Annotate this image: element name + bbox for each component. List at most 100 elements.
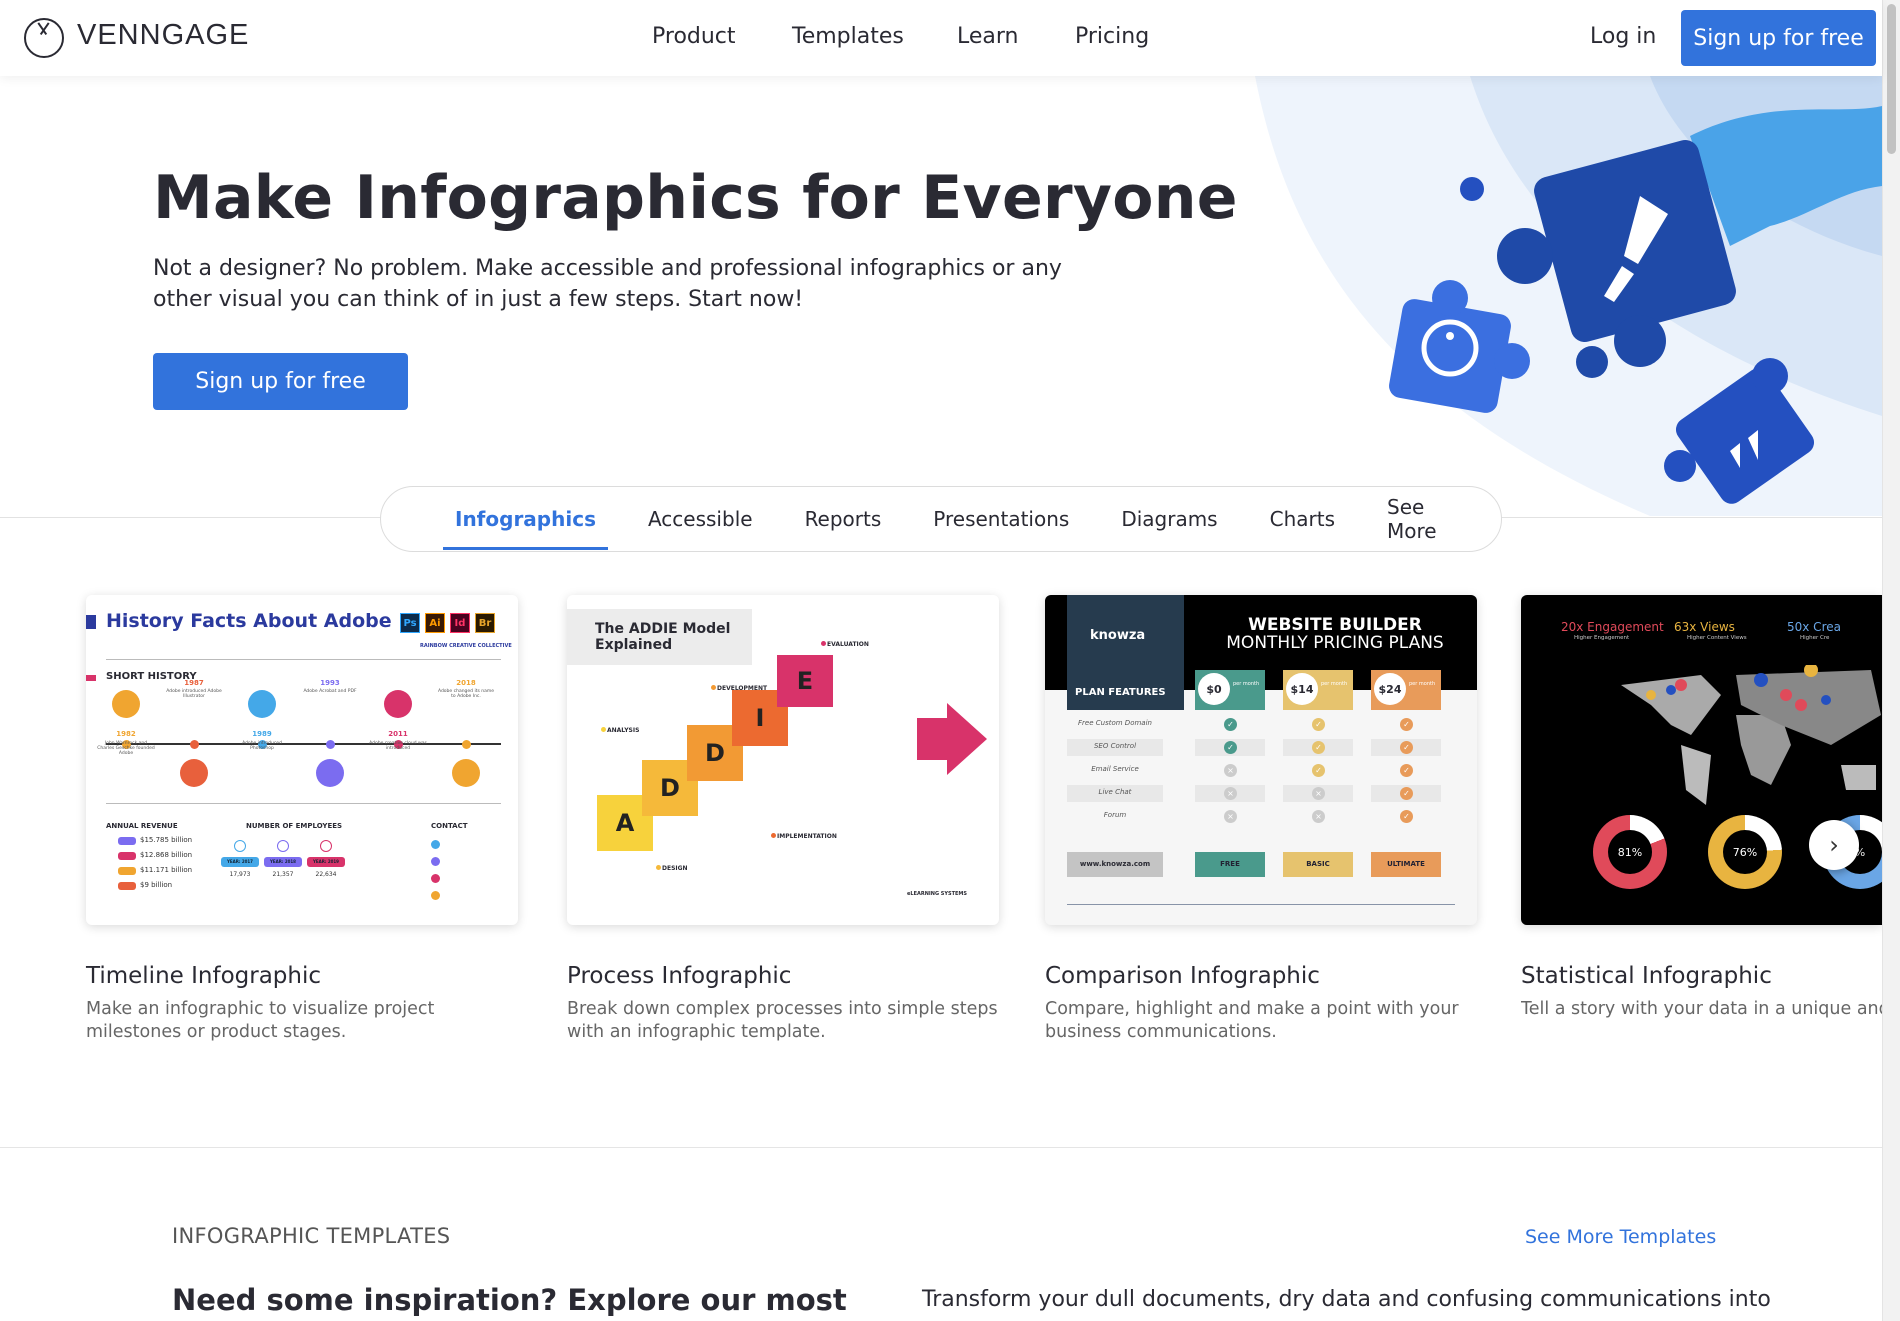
per-month: per month <box>1233 681 1260 687</box>
website-url: www.knowza.com <box>1067 852 1163 877</box>
revenue-badge <box>118 852 136 860</box>
step-dot <box>601 727 606 732</box>
addie-step: E <box>777 655 833 707</box>
card-title[interactable]: Statistical Infographic <box>1521 963 1772 989</box>
chevron-right-icon: › <box>1829 831 1839 859</box>
arrow-up-icon <box>320 840 332 852</box>
check-icon: ✓ <box>1400 718 1413 731</box>
timeline-year: 1987 <box>184 679 204 687</box>
per-month: per month <box>1321 681 1348 687</box>
timeline-icon <box>248 690 276 718</box>
x-icon: × <box>1224 810 1237 823</box>
timeline-dot <box>326 740 335 749</box>
hero-title: Make Infographics for Everyone <box>153 163 1238 233</box>
donut-chart: 81% <box>1593 815 1667 889</box>
check-icon: ✓ <box>1312 741 1325 754</box>
card-desc: Make an infographic to visualize project… <box>86 999 435 1042</box>
timeline-icon <box>112 690 140 718</box>
hero-signup-button[interactable]: Sign up for free <box>153 353 408 410</box>
tab-see-more[interactable]: See More <box>1361 487 1501 551</box>
card-desc: Tell a story with your data in a unique … <box>1521 999 1882 1019</box>
timeline-year: 2011 <box>388 730 408 738</box>
nav-templates[interactable]: Templates <box>792 24 904 49</box>
revenue-badge <box>118 882 136 890</box>
card-title[interactable]: Comparison Infographic <box>1045 963 1320 989</box>
timeline-text: John Warnrock and Charles Geschke founde… <box>97 741 155 756</box>
contact-icon <box>431 840 440 849</box>
feature-label: Live Chat <box>1098 788 1132 796</box>
stat-label: Higher Cre <box>1800 635 1830 641</box>
carousel-next-button[interactable]: › <box>1809 820 1859 870</box>
tab-accessible[interactable]: Accessible <box>622 487 779 551</box>
nav-signup-button[interactable]: Sign up for free <box>1681 10 1876 66</box>
app-icons: Ps Ai Id Br <box>400 613 495 633</box>
section-eyebrow: INFOGRAPHIC TEMPLATES <box>172 1224 451 1248</box>
timeline-icon <box>452 759 480 787</box>
timeline-icon <box>180 759 208 787</box>
timeline-text: Adobe Acrobat and PDF <box>303 689 357 694</box>
timeline-dot <box>462 740 471 749</box>
card-desc: Compare, highlight and make a point with… <box>1045 999 1459 1042</box>
check-icon: ✓ <box>1224 741 1237 754</box>
timeline-year: 1982 <box>116 730 136 738</box>
step-dot <box>771 833 776 838</box>
stat-value: 63x Views <box>1674 620 1735 634</box>
category-tabs: Infographics Accessible Reports Presenta… <box>380 486 1502 552</box>
statistical-template-thumbnail[interactable]: 20x Engagement Higher Engagement 63x Views… <box>1521 595 1882 925</box>
scrollbar[interactable] <box>1882 0 1900 1321</box>
timeline-template-thumbnail[interactable]: History Facts About Adobe Ps Ai Id Br RA… <box>86 595 518 925</box>
employee-value: 17,973 <box>229 871 251 878</box>
step-label: ANALYSIS <box>607 727 640 734</box>
timeline-icon <box>384 690 412 718</box>
timeline-dot <box>190 740 199 749</box>
tab-charts[interactable]: Charts <box>1244 487 1361 551</box>
process-template-thumbnail[interactable]: The ADDIE Model Explained A D D I E ANALYSIS D… <box>567 595 999 925</box>
brand-name[interactable]: VENNGAGE <box>77 19 249 52</box>
check-icon: ✓ <box>1400 741 1413 754</box>
price-value: $24 <box>1374 673 1406 705</box>
revenue-badge <box>118 837 136 845</box>
plan-button: ULTIMATE <box>1371 852 1441 877</box>
donut-label: 81% <box>1608 830 1652 874</box>
hero-subtitle: Not a designer? No problem. Make accessi… <box>153 256 1062 312</box>
employee-value: 22,634 <box>315 871 337 878</box>
login-link[interactable]: Log in <box>1590 24 1656 49</box>
x-icon: × <box>1312 787 1325 800</box>
tab-diagrams[interactable]: Diagrams <box>1095 487 1243 551</box>
section-text: Transform your dull documents, dry data … <box>922 1287 1771 1312</box>
tab-infographics[interactable]: Infographics <box>429 487 622 551</box>
employee-year: YEAR: 2018 <box>264 857 302 867</box>
venngage-logo-icon[interactable] <box>24 18 64 58</box>
nav-learn[interactable]: Learn <box>957 24 1019 49</box>
step-label: DEVELOPMENT <box>717 685 768 692</box>
top-nav: VENNGAGE Product Templates Learn Pricing… <box>0 0 1882 76</box>
check-icon: ✓ <box>1400 787 1413 800</box>
card-desc: Break down complex processes into simple… <box>567 999 998 1042</box>
tab-presentations[interactable]: Presentations <box>907 487 1095 551</box>
revenue-badge <box>118 867 136 875</box>
step-label: EVALUATION <box>827 641 869 648</box>
hero-illustration <box>1255 76 1882 516</box>
card-title[interactable]: Process Infographic <box>567 963 791 989</box>
thumb-heading: History Facts About Adobe <box>106 610 392 632</box>
revenue-value: $11.171 billion <box>140 866 193 874</box>
step-dot <box>711 685 716 690</box>
tab-reports[interactable]: Reports <box>779 487 908 551</box>
scrollbar-thumb[interactable] <box>1887 4 1896 154</box>
x-icon: × <box>1224 764 1237 777</box>
feature-label: Forum <box>1103 811 1127 819</box>
nav-pricing[interactable]: Pricing <box>1075 24 1149 49</box>
timeline-year: 1989 <box>252 730 272 738</box>
step-label: IMPLEMENTATION <box>777 833 837 840</box>
see-more-templates-link[interactable]: See More Templates <box>1525 1226 1716 1248</box>
card-title[interactable]: Timeline Infographic <box>86 963 321 989</box>
timeline-year: 1993 <box>320 679 340 687</box>
employee-year: YEAR: 2017 <box>221 857 259 867</box>
comparison-template-thumbnail[interactable]: knowza PLAN FEATURES WEBSITE BUILDER MON… <box>1045 595 1477 925</box>
step-label: DESIGN <box>662 865 688 872</box>
arrow-up-icon <box>277 840 289 852</box>
timeline-text: Adobe introduced Adobe Illustrator <box>166 689 222 699</box>
contact-icon <box>431 874 440 883</box>
nav-product[interactable]: Product <box>652 24 736 49</box>
stat-label: Higher Engagement <box>1574 635 1630 641</box>
